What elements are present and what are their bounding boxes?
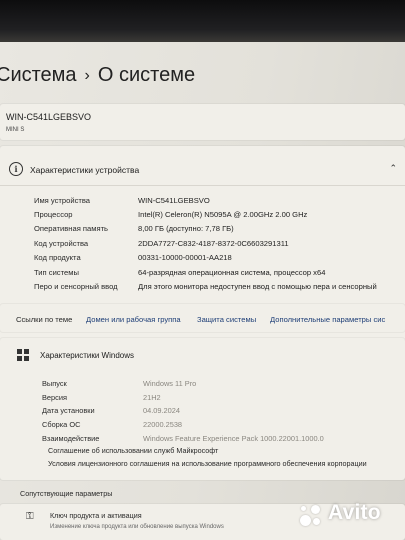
device-name: WIN-C541LGEBSVO xyxy=(6,112,92,122)
avito-logo-icon xyxy=(298,503,324,529)
info-icon: i xyxy=(9,162,23,176)
avito-watermark: Avito xyxy=(298,500,403,530)
spec-label: Процессор xyxy=(34,210,73,219)
spec-value: 8,00 ГБ (доступно: 7,78 ГБ) xyxy=(138,224,234,233)
spec-value: 22000.2538 xyxy=(143,420,183,429)
device-model: MINI S xyxy=(6,127,25,133)
link-domain-workgroup[interactable]: Домен или рабочая группа xyxy=(86,315,181,324)
spec-value: 2DDA7727-C832-4187-8372-0C6603291311 xyxy=(138,239,289,248)
page-title: О системе xyxy=(97,64,196,86)
spec-value: 00331-10000-00001-AA218 xyxy=(138,253,232,262)
windows-logo-icon xyxy=(17,349,29,361)
spec-label: Взаимодействие xyxy=(42,434,100,443)
spec-value: Для этого монитора недоступен ввод с пом… xyxy=(138,282,377,291)
avito-wordmark: Avito xyxy=(328,501,381,524)
spec-label: Оперативная память xyxy=(34,224,109,233)
product-key-subtitle: Изменение ключа продукта или обновление … xyxy=(50,524,224,530)
windows-specs-title[interactable]: Характеристики Windows xyxy=(40,351,134,360)
link-services-agreement[interactable]: Соглашение об использовании служб Майкро… xyxy=(48,446,218,455)
breadcrumb-parent[interactable]: Система xyxy=(0,64,77,86)
spec-value: Windows Feature Experience Pack 1000.220… xyxy=(143,434,324,443)
spec-value: WIN-C541LGEBSVO xyxy=(138,196,210,205)
spec-label: Код устройства xyxy=(34,239,89,248)
spec-value: Windows 11 Pro xyxy=(143,379,197,388)
divider xyxy=(0,185,405,186)
spec-label: Сборка ОС xyxy=(42,420,81,429)
monitor-bezel xyxy=(0,0,405,42)
spec-value: 04.09.2024 xyxy=(143,406,180,415)
related-settings-title: Сопутствующие параметры xyxy=(20,489,113,498)
spec-label: Имя устройства xyxy=(34,196,91,205)
settings-window: Система › О системе WIN-C541LGEBSVO MINI S… xyxy=(0,42,405,540)
key-icon: ⚿ xyxy=(26,511,34,522)
spec-label: Версия xyxy=(42,393,67,402)
device-card xyxy=(0,104,405,140)
link-license-terms[interactable]: Условия лицензионного соглашения на испо… xyxy=(48,459,367,468)
spec-label: Перо и сенсорный ввод xyxy=(34,282,118,291)
product-key-title: Ключ продукта и активация xyxy=(50,511,142,520)
spec-label: Код продукта xyxy=(34,253,81,262)
device-specs-title[interactable]: Характеристики устройства xyxy=(30,165,139,175)
link-advanced-settings[interactable]: Дополнительные параметры сис xyxy=(270,315,385,324)
link-system-protection[interactable]: Защита системы xyxy=(197,315,256,324)
spec-value: 21H2 xyxy=(143,393,161,402)
chevron-up-icon[interactable]: ⌃ xyxy=(389,163,397,174)
related-links-label: Ссылки по теме xyxy=(16,315,73,324)
spec-value: 64-разрядная операционная система, проце… xyxy=(138,268,326,277)
spec-label: Дата установки xyxy=(42,406,95,415)
spec-value: Intel(R) Celeron(R) N5095A @ 2.00GHz 2.0… xyxy=(138,210,308,219)
spec-label: Тип системы xyxy=(34,268,79,277)
breadcrumb-separator: › xyxy=(84,67,90,84)
spec-label: Выпуск xyxy=(42,379,67,388)
breadcrumb: Система › О системе xyxy=(0,64,195,87)
